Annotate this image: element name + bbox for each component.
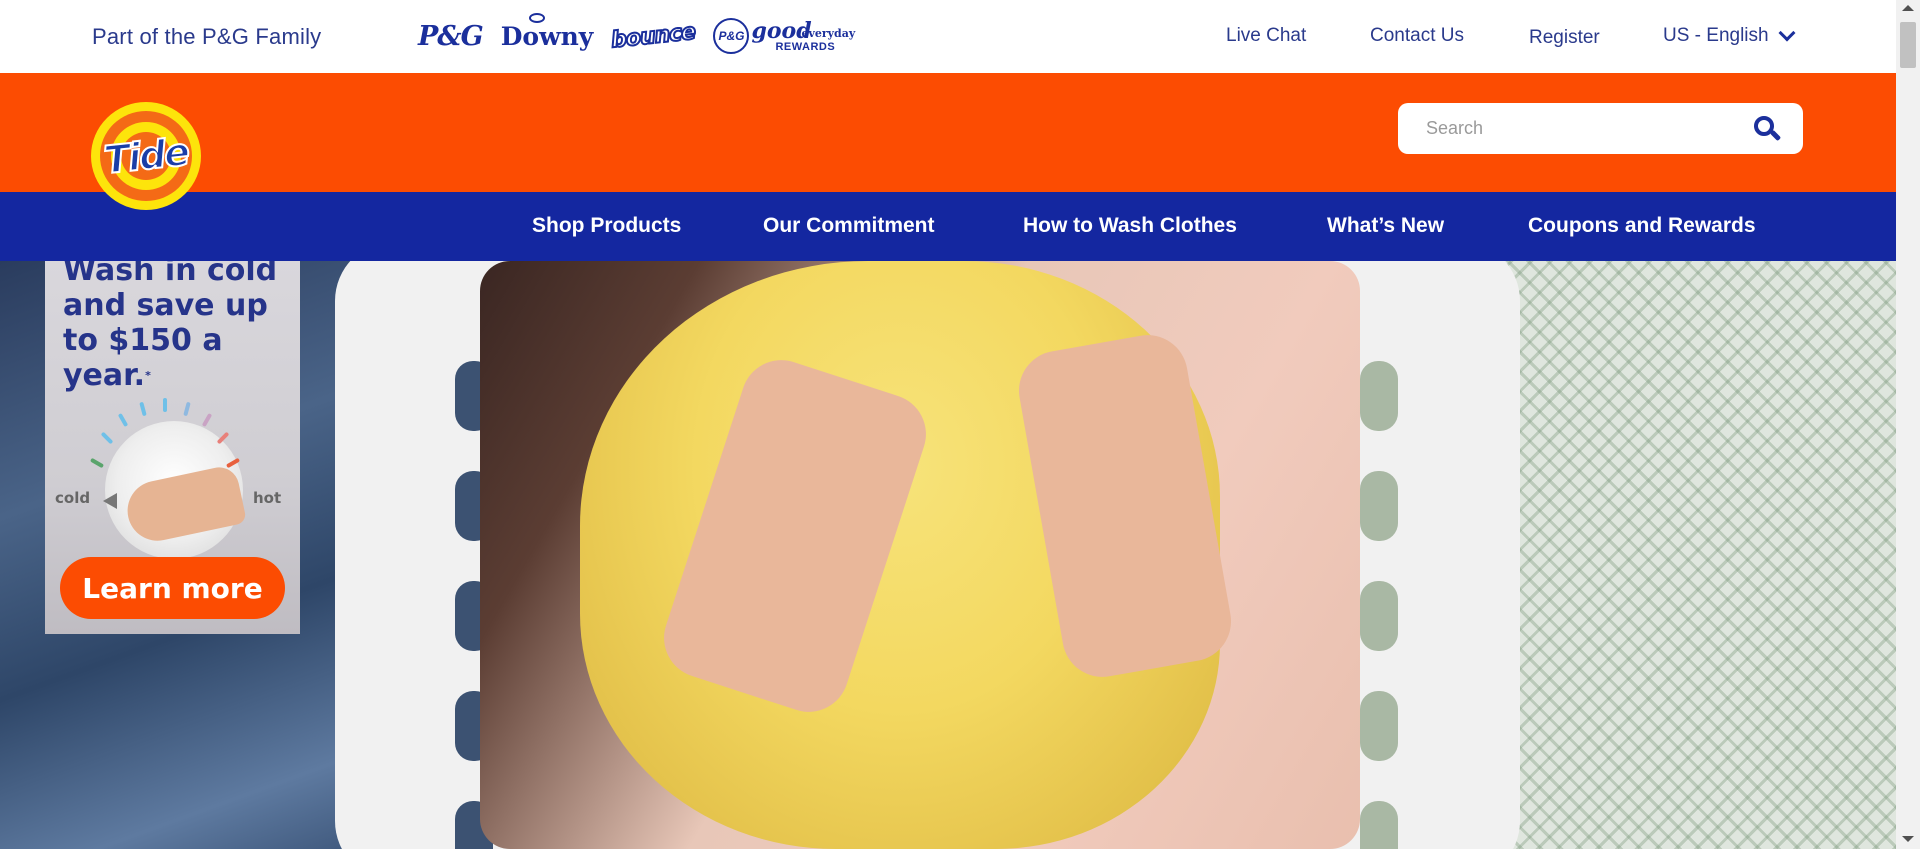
nav-our-commitment[interactable]: Our Commitment [763, 214, 935, 238]
chevron-down-icon [1778, 24, 1796, 42]
language-selector[interactable]: US - English [1663, 24, 1796, 47]
dial-tick [183, 401, 191, 417]
nav-coupons-and-rewards[interactable]: Coupons and Rewards [1528, 214, 1756, 238]
language-label: US - English [1663, 25, 1769, 46]
utility-links: Live Chat Contact Us Register US - Engli… [0, 24, 1896, 49]
basket-slot [1360, 801, 1398, 849]
search-input[interactable] [1426, 118, 1753, 139]
dial-tick [163, 398, 167, 412]
learn-more-button[interactable]: Learn more [60, 557, 285, 619]
dial-tick [201, 412, 213, 428]
dial-pointer-icon [103, 493, 117, 509]
nav-whats-new[interactable]: What’s New [1327, 214, 1444, 238]
dial-tick [89, 457, 105, 469]
search-icon-handle [1769, 129, 1782, 141]
downy-swirl-icon [528, 12, 545, 23]
promo-footnote-mark: * [145, 369, 151, 382]
dial-tick [100, 431, 114, 445]
dial-cold-label: cold [55, 489, 91, 507]
basket-slot [1360, 361, 1398, 431]
top-utility-bar: Part of the P&G Family P&G Downy bounce … [0, 0, 1896, 73]
basket-slot [1360, 581, 1398, 651]
search-icon[interactable] [1753, 115, 1782, 143]
tide-logo-text: Tide [101, 129, 191, 184]
dial-tick [117, 412, 129, 428]
hero-patterned-sheet [1500, 261, 1896, 849]
dial-tick [139, 401, 147, 417]
promo-card: Wash in cold and save up to $150 a year.… [45, 261, 300, 634]
main-navigation: Shop Products Our Commitment How to Wash… [0, 192, 1896, 261]
tide-logo[interactable]: Tide [91, 102, 201, 210]
scroll-down-arrow-icon[interactable] [1902, 836, 1914, 842]
nav-shop-products[interactable]: Shop Products [532, 214, 681, 238]
register-link[interactable]: Register [1529, 27, 1600, 49]
scroll-up-arrow-icon[interactable] [1902, 5, 1914, 11]
dial-hot-label: hot [253, 489, 282, 507]
basket-slot [1360, 471, 1398, 541]
live-chat-link[interactable]: Live Chat [1226, 25, 1306, 47]
nav-how-to-wash-clothes[interactable]: How to Wash Clothes [1023, 214, 1237, 238]
search-box [1398, 103, 1803, 154]
page-scrollbar[interactable] [1896, 0, 1920, 849]
promo-headline-text: Wash in cold and save up to $150 a year. [63, 261, 278, 393]
contact-us-link[interactable]: Contact Us [1370, 25, 1464, 47]
scroll-thumb[interactable] [1900, 22, 1916, 68]
promo-headline: Wash in cold and save up to $150 a year.… [63, 261, 293, 393]
basket-slot [1360, 691, 1398, 761]
